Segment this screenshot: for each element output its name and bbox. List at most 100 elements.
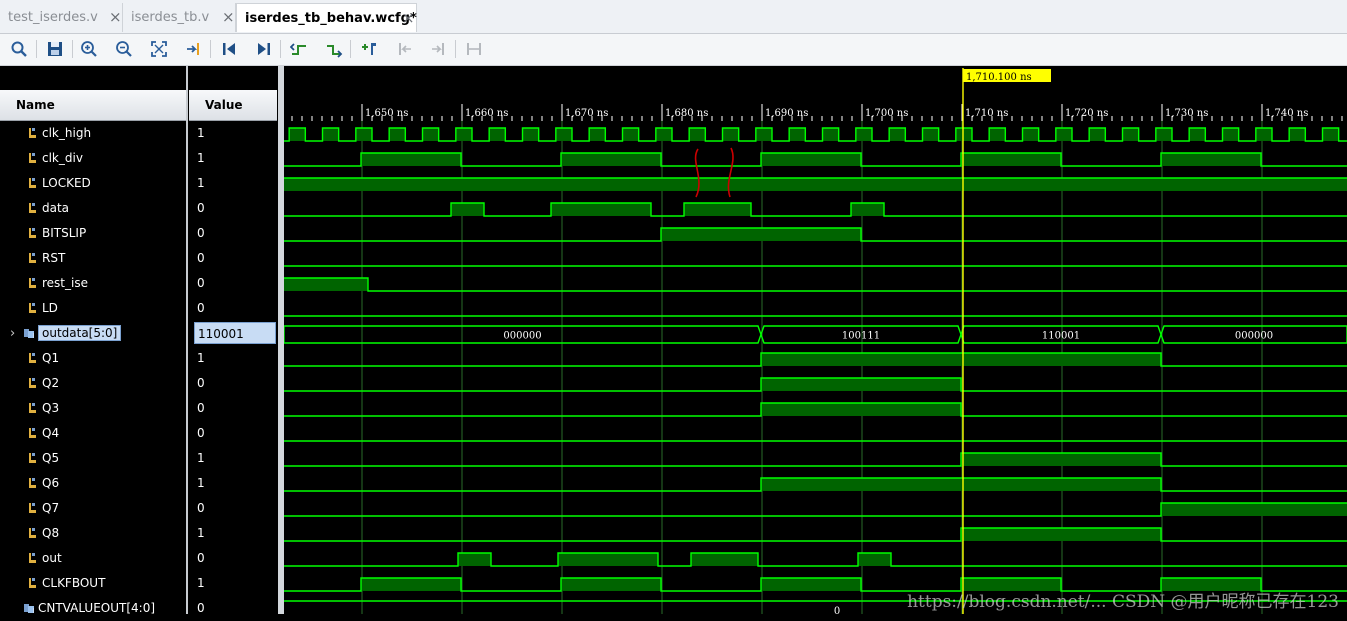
next-marker-icon[interactable] — [430, 40, 448, 58]
signal-waveform[interactable] — [284, 127, 1347, 142]
signal-label-group: BITSLIP — [28, 221, 86, 246]
signal-name: Q3 — [42, 401, 60, 415]
signal-name: CLKFBOUT — [42, 576, 106, 590]
swap-cursors-icon[interactable] — [465, 40, 483, 58]
signal-label-group: Q6 — [28, 471, 59, 496]
signal-high-fill — [551, 203, 651, 216]
search-icon[interactable] — [10, 40, 28, 58]
signal-high-fill — [361, 578, 461, 591]
signal-high-fill — [1022, 128, 1039, 141]
signal-row[interactable]: rest_ise — [0, 271, 187, 296]
signal-icon — [29, 528, 36, 538]
signal-icon — [29, 253, 36, 263]
signal-row[interactable]: Q2 — [0, 371, 187, 396]
tab-label: iserdes_tb_behav.wcfg* — [245, 11, 417, 26]
signal-value: 1 — [197, 126, 205, 140]
next-transition-icon[interactable] — [325, 40, 343, 58]
signal-name: LD — [42, 301, 58, 315]
tab-label: iserdes_tb.v — [131, 10, 210, 25]
signal-waveform[interactable] — [284, 527, 1347, 542]
go-to-cursor-icon[interactable] — [185, 40, 203, 58]
expand-chevron-icon[interactable]: › — [10, 321, 15, 346]
signal-high-fill — [451, 203, 484, 216]
signal-row[interactable]: data — [0, 196, 187, 221]
signal-high-fill — [851, 203, 884, 216]
close-icon[interactable]: × — [222, 3, 235, 32]
signal-row[interactable]: Q4 — [0, 421, 187, 446]
signal-high-fill — [789, 128, 806, 141]
signal-name: Q4 — [42, 426, 60, 440]
signal-value: 0 — [197, 501, 205, 515]
signal-value: 0 — [197, 301, 205, 315]
signal-value: 0 — [197, 201, 205, 215]
signal-label-group: Q7 — [28, 496, 59, 521]
signal-high-fill — [961, 528, 1161, 541]
signal-row[interactable]: CNTVALUEOUT[4:0] — [0, 596, 187, 621]
signal-icon — [29, 353, 36, 363]
go-to-last-time-icon[interactable] — [255, 40, 273, 58]
go-to-time-0-icon[interactable] — [220, 40, 238, 58]
column-splitter[interactable] — [186, 66, 188, 614]
signal-waveform[interactable] — [284, 202, 1347, 217]
signal-row[interactable]: Q8 — [0, 521, 187, 546]
signal-row[interactable]: LD — [0, 296, 187, 321]
editor-tab-bar: test_iserdes.v × iserdes_tb.v × iserdes_… — [0, 0, 1347, 34]
tab-iserdes-tb-behav-wcfg[interactable]: iserdes_tb_behav.wcfg* × — [236, 3, 417, 32]
close-icon[interactable]: × — [109, 3, 122, 32]
signal-row[interactable]: Q1 — [0, 346, 187, 371]
signal-value-panel: Value 1 1 1 0 0 0 0 0 110001 1 0 0 0 1 1 0 1 0 1 0 — [189, 66, 279, 615]
signal-row[interactable]: Q6 — [0, 471, 187, 496]
signal-value[interactable]: 110001 — [194, 322, 276, 344]
signal-row[interactable]: RST — [0, 246, 187, 271]
signal-high-fill — [889, 128, 906, 141]
signal-name: Q6 — [42, 476, 60, 490]
signal-high-fill — [722, 128, 739, 141]
signal-row[interactable]: clk_high — [0, 121, 187, 146]
signal-row[interactable]: › outdata[5:0] — [0, 321, 187, 346]
signal-row[interactable]: Q3 — [0, 396, 187, 421]
signal-row[interactable]: LOCKED — [0, 171, 187, 196]
tab-test-iserdes[interactable]: test_iserdes.v × — [0, 3, 123, 32]
signal-row[interactable]: CLKFBOUT — [0, 571, 187, 596]
ruler-tick-label: 1,650 ns — [365, 108, 408, 119]
signal-row[interactable]: Q7 — [0, 496, 187, 521]
signal-icon — [29, 203, 36, 213]
bus-value-label: 0 — [834, 606, 840, 614]
signal-row[interactable]: clk_div — [0, 146, 187, 171]
ruler-tick-label: 1,730 ns — [1165, 108, 1208, 119]
signal-high-fill — [961, 153, 1061, 166]
name-column-header[interactable]: Name — [0, 90, 187, 121]
waveform-canvas[interactable]: 1,650 ns 1,660 ns 1,670 ns 1,680 ns 1,690 ns… — [284, 66, 1347, 614]
signal-waveform[interactable] — [284, 452, 1347, 467]
signal-row[interactable]: BITSLIP — [0, 221, 187, 246]
previous-marker-icon[interactable] — [395, 40, 413, 58]
signal-name: BITSLIP — [42, 226, 87, 240]
signal-value: 0 — [197, 426, 205, 440]
signal-high-fill — [361, 153, 461, 166]
zoom-out-icon[interactable] — [115, 40, 133, 58]
signal-waveform[interactable] — [284, 552, 1347, 567]
signal-high-fill — [822, 128, 839, 141]
signal-row[interactable]: out — [0, 546, 187, 571]
close-icon[interactable]: × — [402, 4, 415, 33]
signal-high-fill — [661, 228, 861, 241]
tab-iserdes-tb[interactable]: iserdes_tb.v × — [123, 3, 236, 32]
signal-label-group: Q1 — [28, 346, 59, 371]
signal-high-fill — [855, 128, 872, 141]
signal-name: clk_div — [42, 151, 83, 165]
zoom-in-icon[interactable] — [80, 40, 98, 58]
add-marker-icon[interactable] — [360, 40, 378, 58]
signal-high-fill — [1155, 128, 1172, 141]
signal-high-fill — [558, 553, 658, 566]
signal-high-fill — [589, 128, 606, 141]
save-icon[interactable] — [46, 40, 64, 58]
previous-transition-icon[interactable] — [290, 40, 308, 58]
value-column-header[interactable]: Value — [189, 90, 277, 121]
signal-row[interactable]: Q5 — [0, 446, 187, 471]
signal-high-fill — [761, 153, 861, 166]
signal-icon — [29, 153, 36, 163]
zoom-fit-icon[interactable] — [150, 40, 168, 58]
signal-icon — [29, 553, 36, 563]
signal-label-group: clk_high — [28, 121, 91, 146]
signal-waveform[interactable] — [284, 277, 1347, 292]
